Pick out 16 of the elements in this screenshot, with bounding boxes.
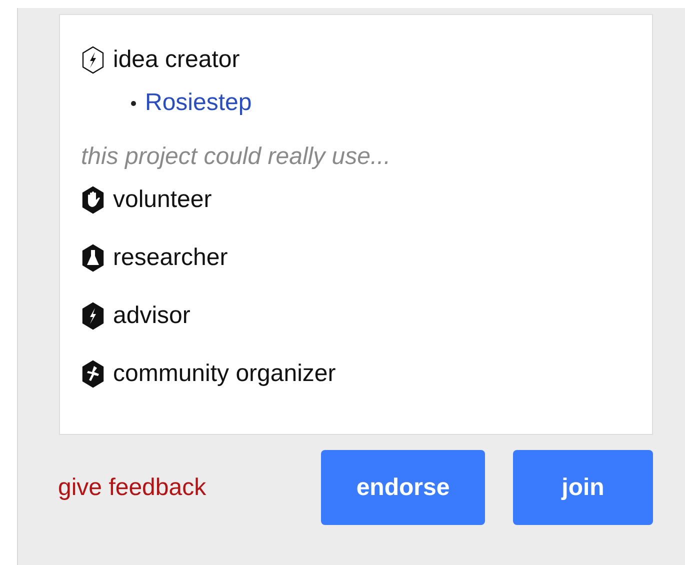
bolt-icon: [81, 302, 105, 330]
role-label: researcher: [113, 244, 228, 272]
join-button[interactable]: join: [513, 450, 653, 525]
creator-link[interactable]: Rosiestep: [145, 89, 252, 117]
endorse-button[interactable]: endorse: [321, 450, 485, 525]
flask-icon: [81, 244, 105, 272]
figure-icon: [81, 360, 105, 388]
role-label: volunteer: [113, 186, 212, 214]
role-label: community organizer: [113, 360, 336, 388]
hint-text: this project could really use...: [81, 143, 392, 172]
role-label: idea creator: [113, 46, 240, 74]
feedback-link[interactable]: give feedback: [58, 474, 206, 502]
bullet-icon: [131, 100, 136, 106]
bolt-icon: [81, 46, 105, 74]
role-label: advisor: [113, 302, 190, 330]
hand-icon: [81, 186, 105, 214]
